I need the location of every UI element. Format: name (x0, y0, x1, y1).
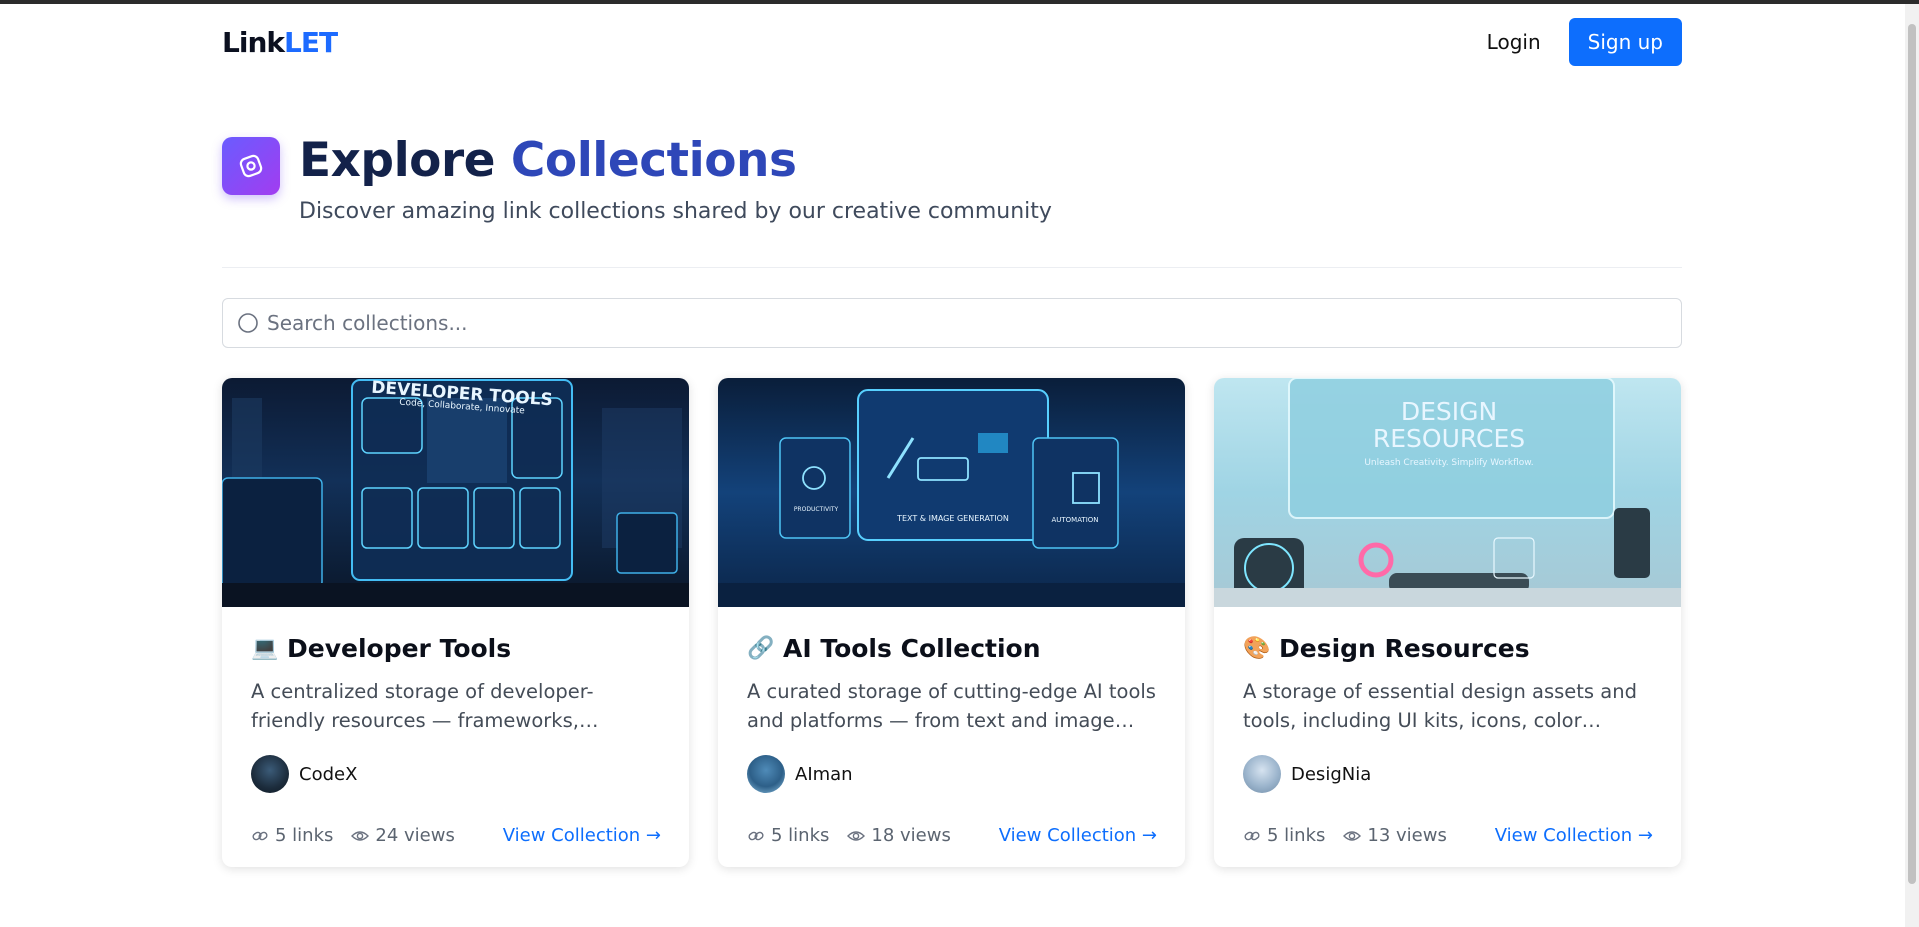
compass-icon (222, 137, 280, 195)
page-title-accent: Collections (510, 133, 797, 188)
page-scrollbar[interactable] (1905, 4, 1919, 927)
avatar (251, 755, 289, 793)
links-count-text: 5 links (275, 825, 334, 846)
page-title-main: Explore (299, 133, 496, 188)
signup-button[interactable]: Sign up (1568, 18, 1682, 66)
eye-icon (1343, 830, 1362, 841)
palette-icon: 🎨 (1243, 636, 1271, 661)
collection-title[interactable]: 🎨 Design Resources (1243, 634, 1653, 663)
laptop-icon: 💻 (251, 636, 279, 661)
search-bar[interactable] (222, 298, 1682, 348)
collection-card[interactable]: PRODUCTIVITY TEXT & IMAGE GENERATION AUT… (718, 378, 1185, 867)
image-label-productivity: PRODUCTIVITY (793, 506, 839, 513)
page-subtitle: Discover amazing link collections shared… (299, 199, 1052, 224)
card-footer: 5 links 24 views View Collection → (251, 825, 661, 846)
collection-author[interactable]: AIman (747, 755, 1157, 793)
views-count-text: 13 views (1367, 825, 1447, 846)
view-collection-link[interactable]: View Collection → (1495, 825, 1653, 846)
collection-title[interactable]: 🔗 AI Tools Collection (747, 634, 1157, 663)
image-label-automation: AUTOMATION (1051, 516, 1099, 524)
links-count: 5 links (251, 825, 333, 846)
card-body: 💻 Developer Tools A centralized storage … (251, 634, 661, 793)
eye-icon (847, 830, 866, 841)
views-count: 13 views (1343, 825, 1447, 846)
collection-title[interactable]: 💻 Developer Tools (251, 634, 661, 663)
page-title: Explore Collections (299, 133, 797, 188)
collection-author[interactable]: CodeX (251, 755, 661, 793)
links-count: 5 links (747, 825, 829, 846)
site-header: LinkLET Login Sign up (222, 18, 1682, 66)
link-icon (252, 831, 268, 840)
collection-image[interactable]: PRODUCTIVITY TEXT & IMAGE GENERATION AUT… (718, 378, 1185, 607)
search-input[interactable] (267, 311, 1647, 335)
search-icon (237, 312, 259, 334)
collection-title-text: Design Resources (1279, 634, 1530, 663)
collections-grid: DEVELOPER TOOLS Code, Collaborate, Innov… (222, 378, 1682, 867)
collection-description: A curated storage of cutting-edge AI too… (747, 680, 1156, 732)
collection-image-title: DESIGN RESOURCES (1372, 397, 1526, 453)
collection-title-text: Developer Tools (287, 634, 512, 663)
views-count-text: 18 views (871, 825, 951, 846)
view-collection-link[interactable]: View Collection → (999, 825, 1157, 846)
collection-image-subtitle: Unleash Creativity. Simplify Workflow. (1364, 458, 1534, 468)
views-count-text: 24 views (375, 825, 455, 846)
views-count: 24 views (351, 825, 455, 846)
collection-description: A storage of essential design assets and… (1243, 680, 1637, 732)
avatar (747, 755, 785, 793)
card-footer: 5 links 18 views View Collection → (747, 825, 1157, 846)
links-count: 5 links (1243, 825, 1325, 846)
avatar (1243, 755, 1281, 793)
header-nav: Login Sign up (1487, 18, 1682, 66)
view-collection-link[interactable]: View Collection → (503, 825, 661, 846)
image-label-generation: TEXT & IMAGE GENERATION (897, 514, 1009, 523)
section-divider (222, 267, 1682, 268)
link-emoji-icon: 🔗 (747, 636, 775, 661)
link-icon (748, 831, 764, 840)
logo-main: Link (222, 25, 285, 59)
links-count-text: 5 links (771, 825, 830, 846)
collection-description: A centralized storage of developer-frien… (251, 680, 594, 732)
collection-card[interactable]: DESIGN RESOURCES Unleash Creativity. Sim… (1214, 378, 1681, 867)
collection-title-text: AI Tools Collection (783, 634, 1041, 663)
views-count: 18 views (847, 825, 951, 846)
author-name: DesigNia (1291, 763, 1372, 785)
links-count-text: 5 links (1267, 825, 1326, 846)
author-name: CodeX (299, 763, 358, 785)
eye-icon (351, 830, 370, 841)
logo[interactable]: LinkLET (222, 25, 338, 59)
scrollbar-thumb[interactable] (1908, 24, 1916, 884)
card-body: 🎨 Design Resources A storage of essentia… (1243, 634, 1653, 793)
collection-author[interactable]: DesigNia (1243, 755, 1653, 793)
login-button[interactable]: Login (1487, 30, 1541, 54)
collection-card[interactable]: DEVELOPER TOOLS Code, Collaborate, Innov… (222, 378, 689, 867)
window-top-edge (0, 0, 1919, 4)
collection-image[interactable]: DEVELOPER TOOLS Code, Collaborate, Innov… (222, 378, 689, 607)
hero-section: Explore Collections Discover amazing lin… (222, 133, 1682, 237)
logo-accent: LET (284, 25, 338, 59)
link-icon (1244, 831, 1260, 840)
collection-image[interactable]: DESIGN RESOURCES Unleash Creativity. Sim… (1214, 378, 1681, 607)
card-footer: 5 links 13 views View Collection → (1243, 825, 1653, 846)
card-body: 🔗 AI Tools Collection A curated storage … (747, 634, 1157, 793)
author-name: AIman (795, 763, 853, 785)
